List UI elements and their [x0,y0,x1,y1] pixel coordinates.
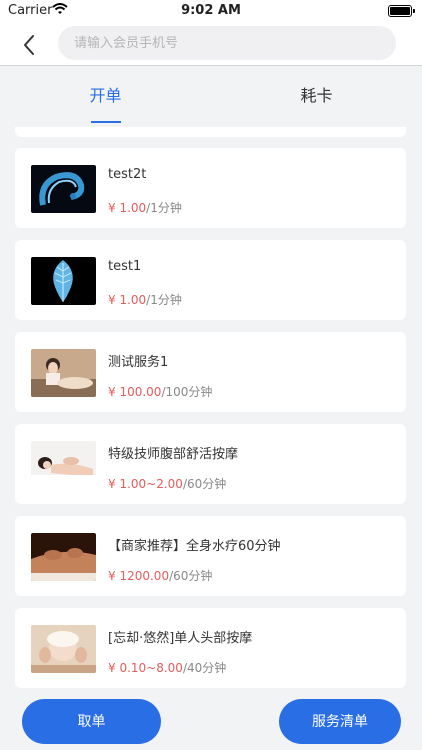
tab-bar: 开单 耗卡 [0,67,422,127]
service-thumbnail [31,533,96,581]
service-name: test2t [108,167,147,182]
battery-icon [388,5,415,17]
search-box [58,26,396,60]
status-bar: Carrier 9:02 AM [0,0,422,22]
service-thumbnail [31,165,96,213]
service-card[interactable]: [忘却·悠然]单人头部按摩 ¥ 0.10~8.00/40分钟 [15,608,406,688]
member-phone-search-input[interactable] [58,26,396,60]
service-price: ¥ 1200.00 [108,569,170,583]
service-price-line: ¥ 1200.00/60分钟 [108,567,212,584]
service-card[interactable]: 特级技师腹部舒活按摩 ¥ 1.00~2.00/60分钟 [15,424,406,504]
service-card[interactable]: test2t ¥ 1.00/1分钟 [15,148,406,228]
service-price-line: ¥ 0.10~8.00/40分钟 [108,659,226,676]
clock: 9:02 AM [181,3,241,18]
service-thumbnail [31,441,96,489]
service-thumbnail [31,625,96,673]
service-duration: /100分钟 [161,385,213,399]
bottom-action-bar: 取单 服务清单 [0,690,422,750]
tab-card-consume[interactable]: 耗卡 [211,67,422,127]
service-name: 特级技师腹部舒活按摩 [108,447,239,462]
service-list-button[interactable]: 服务清单 [279,699,401,744]
service-price-line: ¥ 1.00/1分钟 [108,291,182,308]
back-chevron-icon[interactable] [16,31,44,59]
retrieve-order-button[interactable]: 取单 [22,699,161,744]
service-card[interactable]: 测试服务1 ¥ 100.00/100分钟 [15,332,406,412]
service-duration: /60分钟 [182,477,227,491]
service-duration: /1分钟 [146,201,182,215]
service-duration: /1分钟 [146,293,182,307]
service-price-line: ¥ 1.00/1分钟 [108,199,182,216]
active-tab-indicator [91,121,121,123]
service-price-line: ¥ 1.00~2.00/60分钟 [108,475,226,492]
list-item-partial [15,127,406,137]
service-price: ¥ 0.10~8.00 [108,661,183,675]
service-name: test1 [108,259,142,274]
nav-bar [0,22,422,66]
service-thumbnail [31,349,96,397]
service-name: 【商家推荐】全身水疗60分钟 [108,539,281,554]
service-card[interactable]: test1 ¥ 1.00/1分钟 [15,240,406,320]
service-price: ¥ 1.00 [108,293,147,307]
tab-open-order[interactable]: 开单 [0,67,211,127]
service-name: [忘却·悠然]单人头部按摩 [108,631,253,646]
service-card[interactable]: 【商家推荐】全身水疗60分钟 ¥ 1200.00/60分钟 [15,516,406,596]
service-duration: /60分钟 [169,569,213,583]
service-price: ¥ 100.00 [108,385,162,399]
service-price-line: ¥ 100.00/100分钟 [108,383,212,400]
service-thumbnail [31,257,96,305]
service-duration: /40分钟 [182,661,227,675]
service-price: ¥ 1.00 [108,201,147,215]
service-name: 测试服务1 [108,355,169,370]
service-price: ¥ 1.00~2.00 [108,477,183,491]
